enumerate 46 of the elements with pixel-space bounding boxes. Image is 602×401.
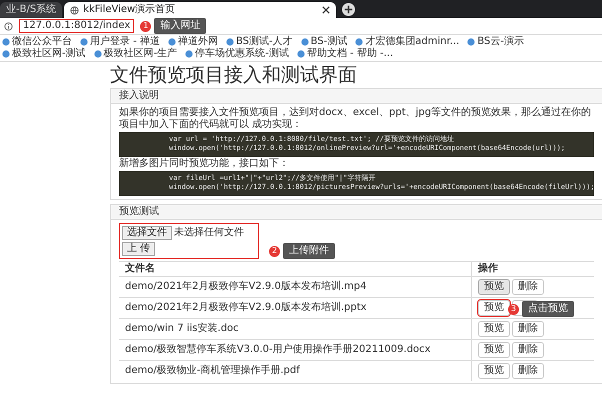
preview-button[interactable]: 预览 — [478, 321, 510, 337]
file-name: demo/win 7 iis安装.doc — [119, 318, 472, 340]
bookmark[interactable]: 帮助文档 - 帮助 -... — [306, 48, 394, 60]
close-icon[interactable] — [322, 6, 330, 14]
annotation-tooltip: 输入网址 — [154, 18, 206, 34]
panel-heading: 接入说明 — [111, 89, 602, 104]
delete-button[interactable]: 删除 — [512, 363, 544, 379]
delete-button[interactable]: 删除 — [512, 321, 544, 337]
preview-button[interactable]: 预览 — [478, 363, 510, 379]
step-badge: 2 — [269, 246, 280, 256]
delete-button[interactable]: 删除 — [512, 342, 544, 358]
page-title: 文件预览项目接入和测试界面 — [110, 64, 358, 86]
annotation-tooltip: 上传附件 — [283, 243, 335, 259]
file-name: demo/极致智慧停车系统V3.0.0-用户使用操作手册20211009.docx — [119, 340, 472, 360]
bookmark[interactable]: BS云-演示 — [477, 36, 524, 48]
bookmark[interactable]: 极致社区网-测试 — [12, 48, 86, 60]
choose-file-button[interactable]: 选择文件 — [122, 226, 172, 240]
bookmark[interactable]: 极致社区网-生产 — [104, 48, 178, 60]
bookmark[interactable]: 微信公众平台 — [12, 36, 72, 48]
file-name: demo/2021年2月极致停车V2.9.0版本发布培训.pptx — [119, 298, 472, 318]
description-text: 新增多图片同时预览功能，接口如下： — [119, 158, 290, 170]
bookmark[interactable]: BS测试-人才 — [236, 36, 293, 48]
annotation-tooltip: 点击预览 — [522, 301, 574, 317]
info-icon[interactable] — [4, 22, 13, 30]
bookmark[interactable]: 禅道外网 — [178, 36, 218, 48]
browser-tab[interactable]: kkFileView演示首页 — [64, 2, 336, 18]
panel-heading: 预览测试 — [111, 205, 602, 220]
preview-button[interactable]: 预览 — [478, 300, 510, 316]
description-text: 如果你的项目需要接入文件预览项目，达到对docx、excel、ppt、jpg等文件的预览效果，那么通过在你的项目中加入下面的代码就可以 成功实现： — [119, 107, 592, 131]
preview-button[interactable]: 预览 — [478, 279, 510, 295]
column-header: 文件名 — [119, 262, 472, 276]
step-badge: 1 — [140, 20, 152, 32]
column-header: 操作 — [472, 262, 594, 276]
browser-tab[interactable]: 业-B/S系统 — [0, 2, 62, 18]
bookmark[interactable]: 才宏德集团adminr... — [365, 36, 460, 48]
upload-button[interactable]: 上 传 — [122, 242, 156, 256]
delete-button[interactable]: 删除 — [512, 279, 544, 295]
address-field[interactable]: 127.0.0.1:8012/index — [19, 19, 134, 33]
new-tab-icon[interactable] — [342, 3, 356, 16]
file-name: demo/2021年2月极致停车V2.9.0版本发布培训.mp4 — [119, 276, 472, 298]
bookmark[interactable]: BS-测试 — [310, 36, 348, 48]
bookmark[interactable]: 用户登录 - 禅道 — [90, 36, 160, 48]
file-name: demo/极致物业-商机管理操作手册.pdf — [119, 360, 472, 381]
bookmark[interactable]: 停车场优惠系统-测试 — [195, 48, 289, 60]
file-status: 未选择任何文件 — [174, 227, 244, 239]
preview-button[interactable]: 预览 — [478, 342, 510, 358]
